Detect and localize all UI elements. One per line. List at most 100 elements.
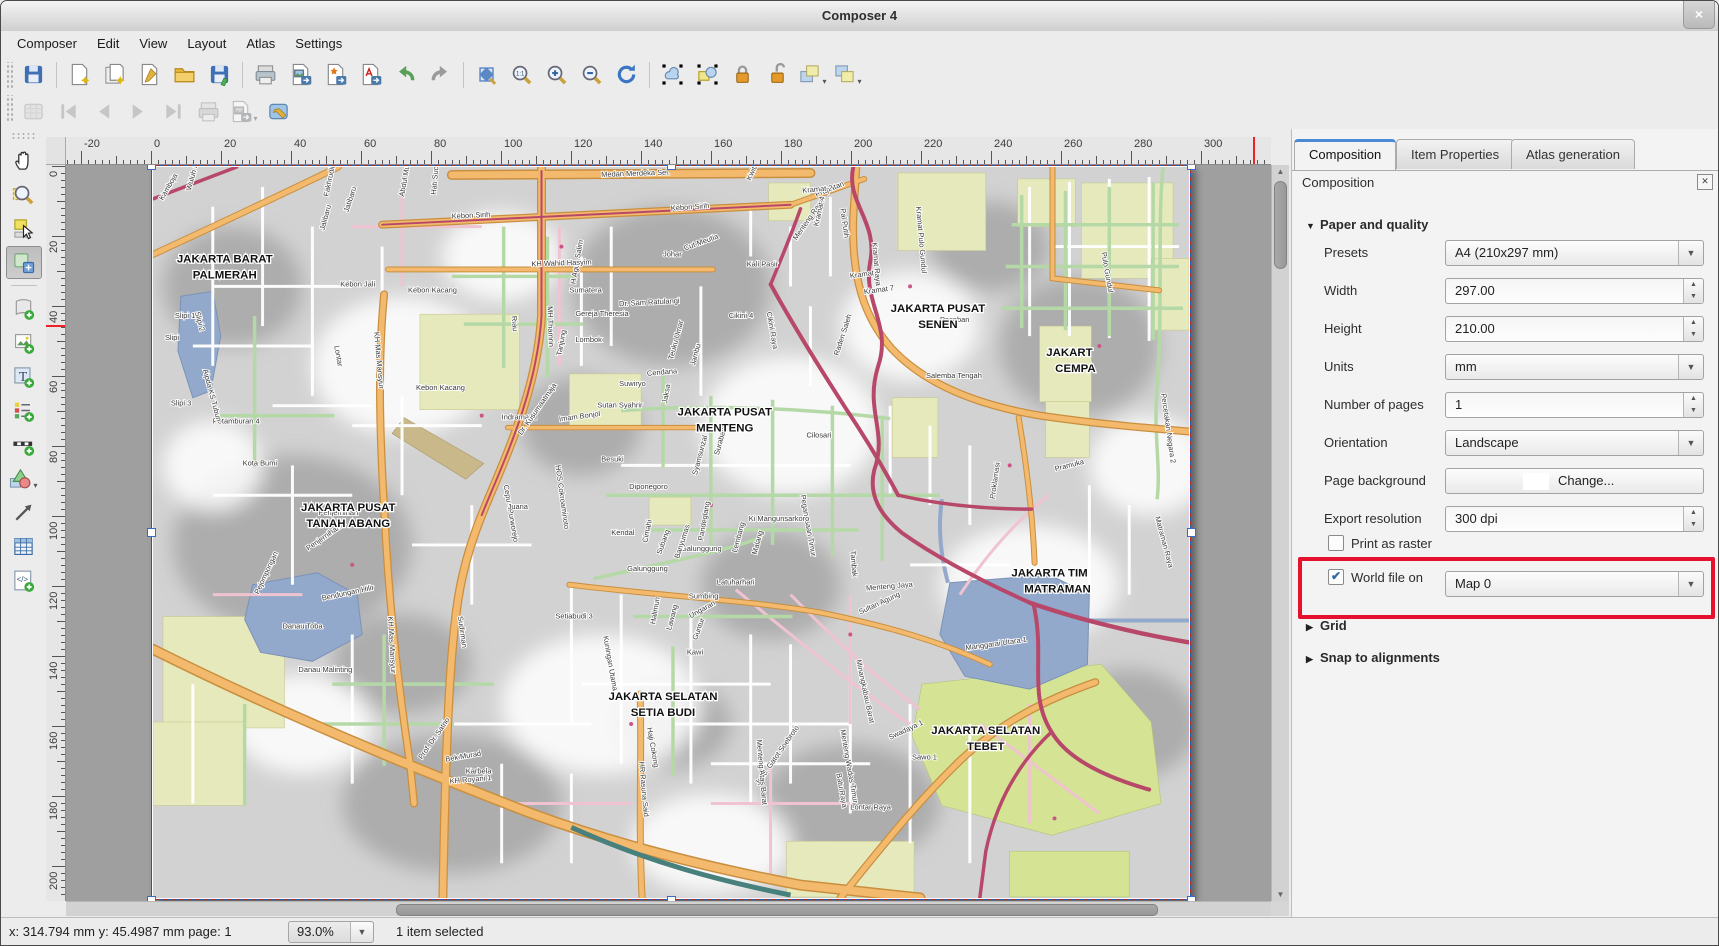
- load-template-button[interactable]: [168, 58, 201, 91]
- toolbar-handle[interactable]: [5, 62, 14, 88]
- menu-settings[interactable]: Settings: [285, 31, 352, 56]
- menu-view[interactable]: View: [129, 31, 177, 56]
- window-close-button[interactable]: ×: [1683, 1, 1715, 29]
- vertical-scrollbar[interactable]: ▲ ▼: [1271, 165, 1289, 901]
- unlock-items-button[interactable]: [761, 58, 794, 91]
- align-items-button[interactable]: ▾: [831, 58, 864, 91]
- spin-down-icon[interactable]: ▼: [1684, 291, 1703, 303]
- spin-buttons[interactable]: ▲▼: [1683, 507, 1703, 531]
- page-background-button[interactable]: Change...: [1445, 468, 1704, 494]
- zoom-in-button[interactable]: [540, 58, 573, 91]
- tab-composition[interactable]: Composition: [1294, 139, 1396, 170]
- map-item[interactable]: Medan Merdeka Sel.Kebon SirihKebon Sirih…: [153, 167, 1189, 898]
- paper-page[interactable]: Medan Merdeka Sel.Kebon SirihKebon Sirih…: [151, 165, 1191, 900]
- add-new-map-tool[interactable]: [6, 292, 42, 325]
- zoom-out-button[interactable]: [575, 58, 608, 91]
- resize-handle[interactable]: [1187, 528, 1196, 537]
- menu-edit[interactable]: Edit: [87, 31, 129, 56]
- add-image-tool[interactable]: [6, 326, 42, 359]
- resize-handle[interactable]: [1187, 165, 1196, 170]
- toolbar-handle[interactable]: [5, 95, 14, 121]
- composer-canvas[interactable]: Medan Merdeka Sel.Kebon SirihKebon Sirih…: [66, 165, 1271, 901]
- zoom-actual-button[interactable]: 1:1: [505, 58, 538, 91]
- zoom-full-button[interactable]: [470, 58, 503, 91]
- spin-up-icon[interactable]: ▲: [1684, 507, 1703, 519]
- spin-buttons[interactable]: ▲▼: [1683, 393, 1703, 417]
- undo-button[interactable]: [389, 58, 422, 91]
- lock-items-button[interactable]: [726, 58, 759, 91]
- resize-handle[interactable]: [147, 896, 156, 902]
- atlas-preview-button[interactable]: [17, 95, 50, 128]
- spin-down-icon[interactable]: ▼: [1684, 405, 1703, 417]
- resize-handle[interactable]: [667, 896, 676, 902]
- resize-handle[interactable]: [147, 165, 156, 170]
- horizontal-scrollbar[interactable]: [66, 901, 1271, 916]
- vertical-scrollbar-thumb[interactable]: [1274, 181, 1287, 269]
- height-spinbox[interactable]: 210.00▲▼: [1445, 316, 1704, 342]
- scroll-up-arrow[interactable]: ▲: [1272, 167, 1289, 176]
- redo-button[interactable]: [424, 58, 457, 91]
- zoom-level-combo[interactable]: 93.0% ▼: [288, 921, 374, 943]
- zoom-tool[interactable]: [6, 178, 42, 211]
- add-shape-tool[interactable]: ▾: [6, 462, 42, 495]
- resize-handle[interactable]: [667, 165, 676, 170]
- add-scalebar-tool[interactable]: [6, 428, 42, 461]
- spin-down-icon[interactable]: ▼: [1684, 519, 1703, 531]
- toolbox-handle[interactable]: [11, 132, 37, 140]
- save-as-template-button[interactable]: [203, 58, 236, 91]
- orientation-combo[interactable]: Landscape▼: [1445, 430, 1704, 456]
- add-html-frame-tool[interactable]: </>: [6, 564, 42, 597]
- spin-down-icon[interactable]: ▼: [1684, 329, 1703, 341]
- pan-tool[interactable]: [6, 144, 42, 177]
- menu-atlas[interactable]: Atlas: [236, 31, 285, 56]
- add-label-tool[interactable]: T: [6, 360, 42, 393]
- tab-item-properties[interactable]: Item Properties: [1396, 139, 1514, 169]
- export-svg-button[interactable]: [319, 58, 352, 91]
- add-legend-tool[interactable]: [6, 394, 42, 427]
- duplicate-composer-button[interactable]: [98, 58, 131, 91]
- resize-handle[interactable]: [147, 528, 156, 537]
- section-grid[interactable]: ▶Grid: [1306, 618, 1347, 633]
- add-arrow-tool[interactable]: [6, 496, 42, 529]
- new-composer-button[interactable]: [63, 58, 96, 91]
- save-project-button[interactable]: [17, 58, 50, 91]
- atlas-next-feature-button[interactable]: [122, 95, 155, 128]
- select-all-items-button[interactable]: [656, 58, 689, 91]
- atlas-last-feature-button[interactable]: [157, 95, 190, 128]
- spin-up-icon[interactable]: ▲: [1684, 393, 1703, 405]
- atlas-settings-button[interactable]: [262, 95, 295, 128]
- units-combo[interactable]: mm▼: [1445, 354, 1704, 380]
- add-attribute-table-tool[interactable]: [6, 530, 42, 563]
- raise-items-button[interactable]: ▾: [796, 58, 829, 91]
- export-atlas-button[interactable]: ▾: [227, 95, 260, 128]
- export-image-button[interactable]: [284, 58, 317, 91]
- export-resolution-spinbox[interactable]: 300 dpi▲▼: [1445, 506, 1704, 532]
- number-of-pages-spinbox[interactable]: 1▲▼: [1445, 392, 1704, 418]
- spin-up-icon[interactable]: ▲: [1684, 279, 1703, 291]
- move-item-content-tool[interactable]: [6, 246, 42, 279]
- print-atlas-button[interactable]: [192, 95, 225, 128]
- composer-manager-button[interactable]: [133, 58, 166, 91]
- atlas-previous-feature-button[interactable]: [87, 95, 120, 128]
- atlas-first-feature-button[interactable]: [52, 95, 85, 128]
- width-spinbox[interactable]: 297.00▲▼: [1445, 278, 1704, 304]
- deselect-all-button[interactable]: [691, 58, 724, 91]
- print-button[interactable]: [249, 58, 282, 91]
- select-move-item-tool[interactable]: [6, 212, 42, 245]
- menu-layout[interactable]: Layout: [177, 31, 236, 56]
- section-snap-to-alignments[interactable]: ▶Snap to alignments: [1306, 650, 1440, 665]
- spin-buttons[interactable]: ▲▼: [1683, 317, 1703, 341]
- dock-close-button[interactable]: ✕: [1697, 174, 1713, 190]
- export-pdf-button[interactable]: [354, 58, 387, 91]
- refresh-view-button[interactable]: [610, 58, 643, 91]
- spin-up-icon[interactable]: ▲: [1684, 317, 1703, 329]
- scroll-down-arrow[interactable]: ▼: [1272, 890, 1289, 899]
- tab-atlas-generation[interactable]: Atlas generation: [1511, 139, 1635, 169]
- horizontal-scrollbar-thumb[interactable]: [396, 904, 1158, 916]
- resize-handle[interactable]: [1187, 896, 1196, 902]
- section-paper-and-quality[interactable]: ▼Paper and quality: [1306, 217, 1428, 232]
- chevron-down-icon[interactable]: ▼: [1678, 431, 1703, 455]
- print-as-raster-checkbox[interactable]: [1328, 535, 1344, 551]
- spin-buttons[interactable]: ▲▼: [1683, 279, 1703, 303]
- presets-combo[interactable]: A4 (210x297 mm)▼: [1445, 240, 1704, 266]
